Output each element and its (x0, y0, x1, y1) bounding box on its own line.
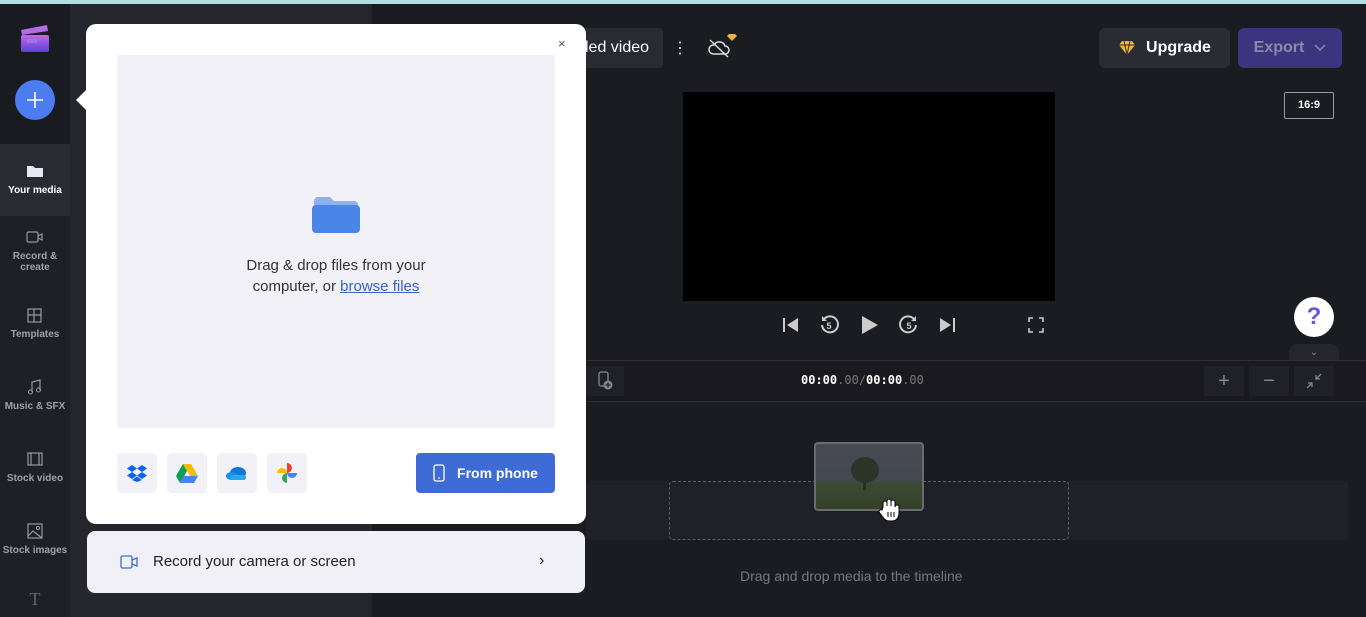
add-clip-icon (598, 371, 613, 390)
onedrive-button[interactable] (217, 453, 257, 493)
current-time-frac: .00 (837, 373, 859, 387)
plus-icon (27, 92, 43, 108)
sidebar-item-stock-images[interactable]: Stock images (0, 522, 70, 556)
sidebar-item-text[interactable]: T (0, 590, 70, 608)
play-icon[interactable] (860, 314, 880, 336)
phone-icon (433, 464, 445, 482)
export-label: Export (1253, 39, 1305, 56)
cloud-sync-off-icon[interactable] (706, 34, 738, 60)
time-separator: / (858, 373, 867, 387)
sidebar-item-your-media[interactable]: Your media (0, 144, 70, 216)
google-drive-icon (176, 463, 198, 483)
templates-icon (27, 308, 42, 323)
drop-text-line1: Drag & drop files from your (246, 257, 426, 274)
folder-icon (27, 166, 43, 177)
film-icon (27, 452, 43, 466)
chevron-right-icon: › (539, 552, 545, 569)
file-drop-area[interactable]: Drag & drop files from your computer, or… (117, 55, 555, 428)
add-to-timeline-button[interactable] (586, 366, 624, 396)
more-options-button[interactable]: ⋮ (672, 38, 688, 58)
close-popup-button[interactable]: × (558, 36, 566, 51)
app-logo-icon (21, 25, 49, 52)
video-camera-icon (120, 555, 138, 569)
sidebar-item-record-create[interactable]: Record & create (0, 228, 70, 273)
chevron-down-icon: ⌄ (1309, 347, 1319, 358)
timeline-hint: Drag and drop media to the timeline (740, 568, 963, 584)
sidebar-item-label: Your media (8, 185, 62, 196)
sidebar-item-label: Music & SFX (4, 401, 66, 412)
video-preview (683, 92, 1055, 301)
from-phone-label: From phone (457, 465, 538, 481)
from-phone-button[interactable]: From phone (416, 453, 555, 493)
tree-thumbnail-image (851, 457, 879, 490)
record-option-label: Record your camera or screen (153, 553, 356, 570)
google-drive-button[interactable] (167, 453, 207, 493)
help-icon: ? (1306, 303, 1322, 330)
video-camera-icon (26, 231, 43, 243)
image-icon (27, 523, 43, 539)
export-button[interactable]: Export (1238, 28, 1342, 68)
sidebar-item-label: Templates (10, 329, 60, 340)
collapse-arrows-icon (1306, 373, 1322, 389)
rewind-5-icon[interactable]: 5 (818, 314, 840, 336)
zoom-out-button[interactable]: − (1249, 366, 1289, 396)
sidebar-item-templates[interactable]: Templates (0, 306, 70, 340)
sidebar-item-label: Record & create (12, 251, 58, 273)
google-photos-button[interactable] (267, 453, 307, 493)
current-time: 00:00 (801, 373, 838, 387)
upload-popup: × Drag & drop files from your computer, … (76, 24, 586, 524)
chevron-down-icon (1314, 44, 1326, 52)
total-time: 00:00 (866, 373, 903, 387)
popup-pointer (76, 90, 86, 110)
project-title-text: led video (585, 39, 650, 56)
skip-to-start-icon[interactable] (782, 314, 800, 336)
help-button[interactable]: ? (1294, 297, 1334, 337)
dragged-media-thumbnail[interactable] (814, 442, 924, 511)
sidebar-item-stock-video[interactable]: Stock video (0, 450, 70, 484)
project-title[interactable]: led video (575, 28, 663, 68)
total-time-frac: .00 (902, 373, 924, 387)
sidebar: Your media Record & create Templates Mus… (0, 4, 70, 617)
drop-text-line2: computer, or (252, 278, 341, 295)
record-camera-screen-option[interactable]: Record your camera or screen › (87, 531, 585, 593)
minus-icon: − (1263, 369, 1275, 392)
add-media-button[interactable] (15, 80, 55, 120)
collapse-help-button[interactable]: ⌄ (1289, 344, 1339, 361)
fullscreen-icon[interactable] (1028, 317, 1044, 333)
sidebar-item-label: Stock images (2, 545, 68, 556)
google-photos-icon (277, 463, 297, 483)
forward-5-icon[interactable]: 5 (898, 314, 920, 336)
sidebar-item-label: Stock video (6, 473, 64, 484)
folder-icon (312, 197, 360, 233)
svg-text:5: 5 (906, 321, 911, 331)
text-icon: T (29, 589, 41, 609)
diamond-icon (1119, 40, 1136, 56)
svg-text:5: 5 (826, 321, 831, 331)
timecode: 00:00.00/00:00.00 (801, 373, 924, 387)
onedrive-icon (226, 467, 246, 480)
drop-instructions: Drag & drop files from your computer, or… (117, 255, 555, 297)
browse-files-link[interactable]: browse files (340, 278, 419, 295)
dropbox-icon (127, 465, 147, 482)
plus-icon: + (1218, 369, 1230, 392)
sidebar-item-music-sfx[interactable]: Music & SFX (0, 378, 70, 412)
upgrade-button[interactable]: Upgrade (1099, 28, 1230, 68)
fit-timeline-button[interactable] (1294, 366, 1334, 396)
upgrade-label: Upgrade (1146, 39, 1211, 56)
aspect-ratio-button[interactable]: 16:9 (1284, 92, 1334, 119)
dropbox-button[interactable] (117, 453, 157, 493)
music-note-icon (28, 379, 41, 395)
skip-to-end-icon[interactable] (938, 314, 956, 336)
zoom-in-button[interactable]: + (1204, 366, 1244, 396)
grab-cursor-icon (878, 498, 900, 522)
